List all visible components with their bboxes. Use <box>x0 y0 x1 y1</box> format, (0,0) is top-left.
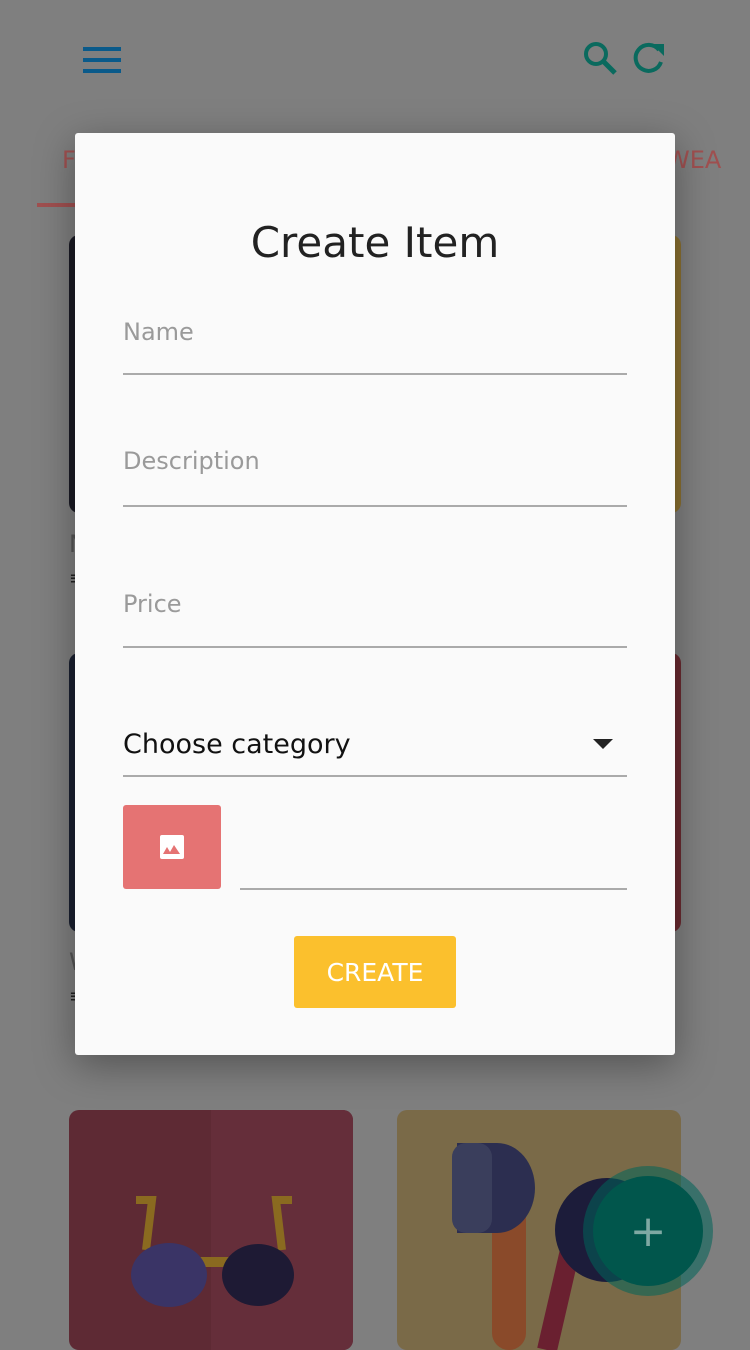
category-select[interactable]: Choose category <box>123 713 627 777</box>
name-input[interactable] <box>123 318 627 346</box>
image-icon <box>160 835 184 859</box>
description-input[interactable] <box>123 447 627 475</box>
sunglasses-image <box>131 1196 294 1307</box>
search-icon[interactable] <box>582 40 620 76</box>
price-field[interactable] <box>123 590 627 648</box>
menu-button[interactable] <box>83 47 121 80</box>
description-field[interactable] <box>123 447 627 507</box>
dialog-title: Create Item <box>250 218 500 267</box>
refresh-icon[interactable] <box>630 40 668 76</box>
create-button[interactable]: CREATE <box>294 936 456 1008</box>
image-filename-field[interactable] <box>240 833 627 890</box>
name-field[interactable] <box>123 318 627 375</box>
dropdown-arrow-icon <box>593 739 613 749</box>
category-value: Choose category <box>123 728 351 760</box>
price-input[interactable] <box>123 590 627 618</box>
add-item-fab[interactable]: + <box>583 1166 713 1296</box>
create-item-dialog: Create Item Choose category CREATE <box>75 133 675 1055</box>
tab-indicator <box>37 203 77 207</box>
plus-icon: + <box>593 1176 703 1286</box>
item-card-sunglasses[interactable] <box>69 1110 353 1350</box>
tab-first[interactable]: F <box>62 146 76 174</box>
upload-image-button[interactable] <box>123 805 221 889</box>
